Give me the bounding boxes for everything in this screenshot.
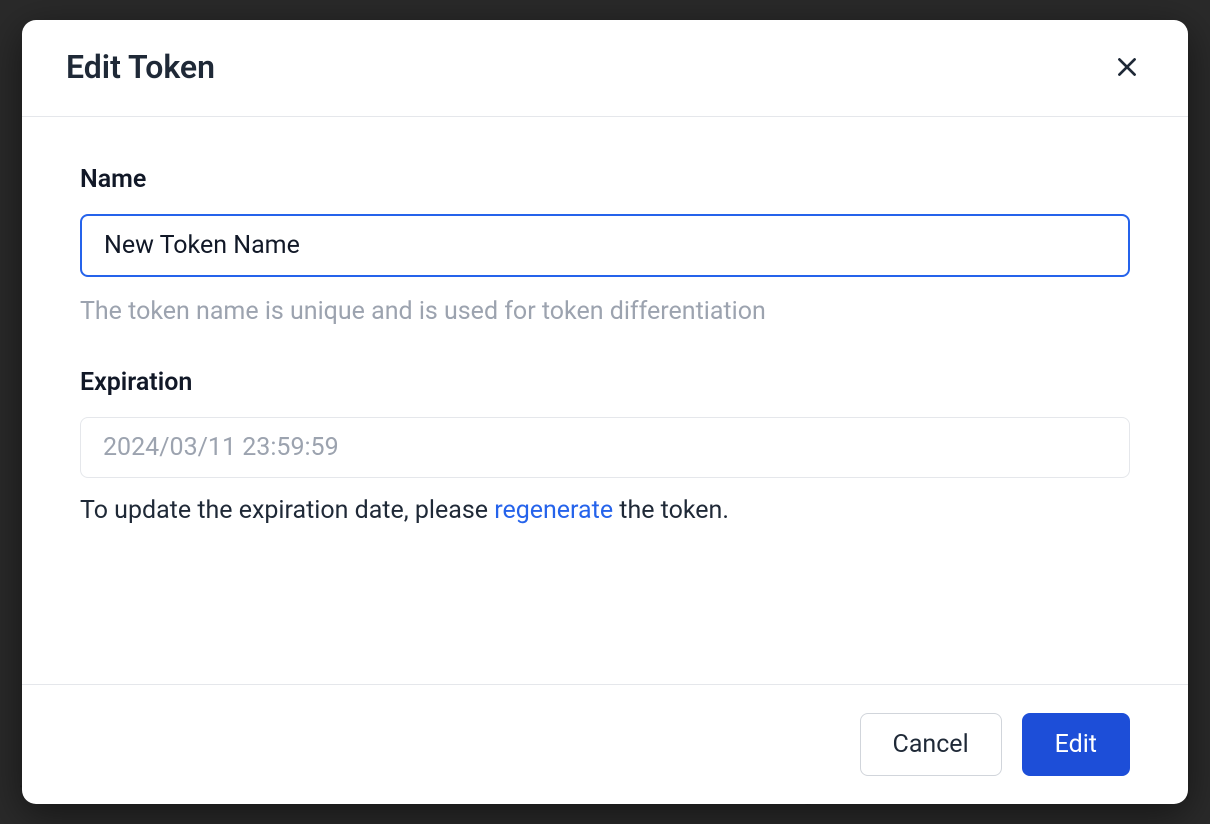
expiration-input [80, 417, 1130, 478]
edit-button[interactable]: Edit [1022, 713, 1130, 776]
modal-title: Edit Token [66, 48, 215, 86]
modal-body: Name The token name is unique and is use… [22, 117, 1188, 684]
modal-footer: Cancel Edit [22, 684, 1188, 804]
regenerate-link[interactable]: regenerate [494, 496, 613, 525]
name-group: Name The token name is unique and is use… [80, 165, 1130, 326]
expiration-hint-prefix: To update the expiration date, please [80, 496, 494, 525]
name-help-text: The token name is unique and is used for… [80, 297, 1130, 326]
expiration-hint-suffix: the token. [613, 496, 729, 525]
expiration-label: Expiration [80, 368, 1130, 397]
edit-token-modal: Edit Token Name The token name is unique… [22, 20, 1188, 804]
name-label: Name [80, 165, 1130, 194]
close-icon [1114, 54, 1140, 80]
expiration-group: Expiration To update the expiration date… [80, 368, 1130, 525]
name-input[interactable] [80, 214, 1130, 277]
cancel-button[interactable]: Cancel [860, 713, 1002, 776]
close-button[interactable] [1110, 50, 1144, 84]
modal-header: Edit Token [22, 20, 1188, 117]
expiration-hint: To update the expiration date, please re… [80, 496, 1130, 525]
